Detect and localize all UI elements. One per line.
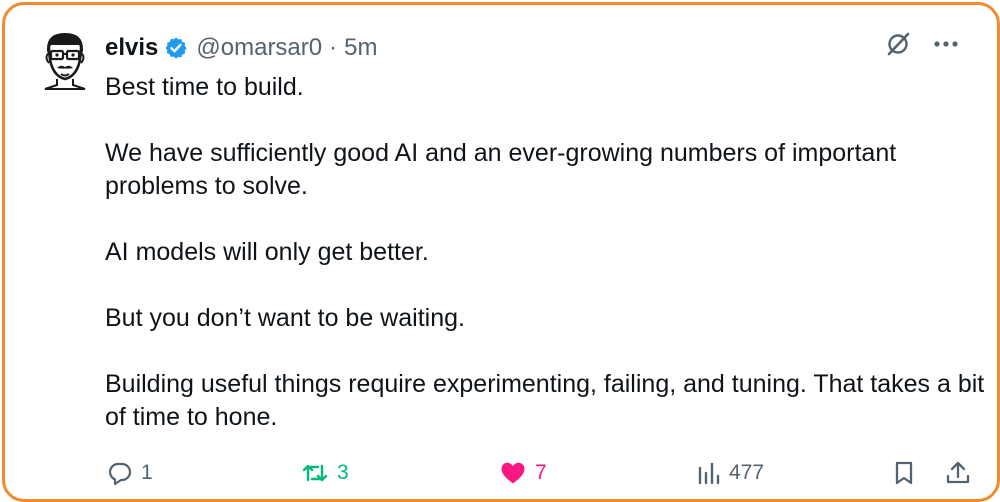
tweet-paragraph: Building useful things require experimen… bbox=[105, 370, 985, 431]
share-icon bbox=[945, 460, 971, 486]
tweet-top-actions bbox=[885, 31, 959, 57]
views-count: 477 bbox=[729, 461, 765, 484]
grok-icon[interactable] bbox=[885, 31, 911, 57]
tweet-actions: 1 3 7 477 bbox=[105, 457, 973, 489]
avatar[interactable] bbox=[39, 29, 91, 91]
verified-badge-icon bbox=[164, 36, 188, 60]
tweet-body: Best time to build. We have sufficiently… bbox=[105, 71, 985, 434]
reply-button[interactable]: 1 bbox=[107, 457, 153, 489]
tweet-header: elvis @omarsar0 · 5m bbox=[105, 33, 377, 63]
bookmark-icon bbox=[893, 460, 915, 486]
tweet-paragraph: Best time to build. bbox=[105, 73, 304, 101]
views-button[interactable]: 477 bbox=[697, 457, 764, 489]
retweet-button[interactable]: 3 bbox=[301, 457, 349, 489]
retweet-icon bbox=[301, 460, 329, 486]
more-icon[interactable] bbox=[933, 40, 959, 48]
bookmark-button[interactable] bbox=[893, 457, 915, 489]
views-icon bbox=[697, 460, 721, 486]
tweet-paragraph: AI models will only get better. bbox=[105, 238, 429, 266]
heart-icon bbox=[499, 460, 527, 486]
tweet-paragraph: But you don’t want to be waiting. bbox=[105, 304, 465, 332]
like-button[interactable]: 7 bbox=[499, 457, 547, 489]
reply-count: 1 bbox=[141, 461, 153, 484]
tweet-paragraph: We have sufficiently good AI and an ever… bbox=[105, 139, 897, 200]
timestamp[interactable]: 5m bbox=[344, 33, 377, 63]
retweet-count: 3 bbox=[337, 461, 349, 484]
reply-icon bbox=[107, 460, 133, 486]
like-count: 7 bbox=[535, 461, 547, 484]
separator: · bbox=[329, 34, 338, 61]
tweet-card: elvis @omarsar0 · 5m Best time to build.… bbox=[2, 2, 1000, 502]
author-handle[interactable]: @omarsar0 bbox=[196, 33, 322, 63]
author-name[interactable]: elvis bbox=[105, 33, 158, 63]
share-button[interactable] bbox=[945, 457, 971, 489]
